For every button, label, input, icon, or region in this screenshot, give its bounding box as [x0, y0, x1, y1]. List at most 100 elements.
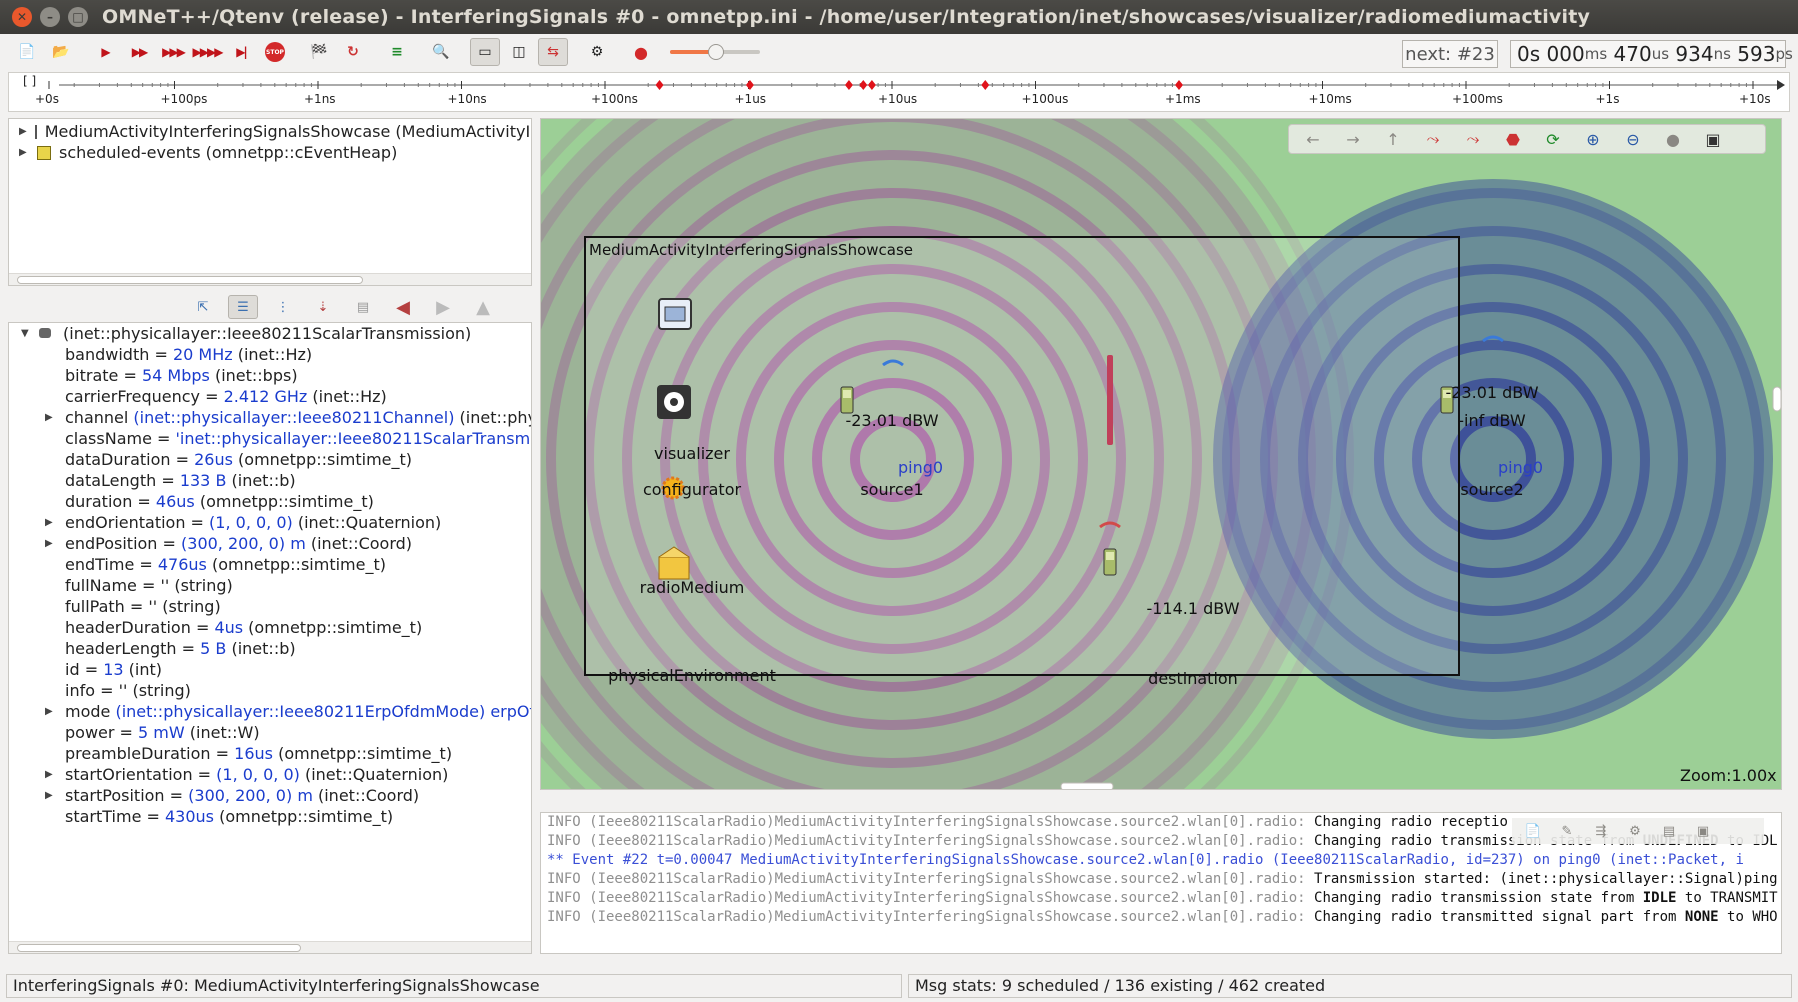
- minimize-window-button[interactable]: –: [40, 7, 60, 27]
- log-settings-icon[interactable]: ⚙: [1622, 820, 1648, 842]
- restart-icon[interactable]: ↻: [338, 38, 368, 66]
- close-window-button[interactable]: ✕: [12, 7, 32, 27]
- messages-mode-icon[interactable]: ▤: [1656, 820, 1682, 842]
- zoom-out-icon[interactable]: ⊖: [1617, 127, 1649, 151]
- up-arrow-icon[interactable]: ▲: [468, 295, 498, 319]
- zoom-in-icon[interactable]: ⊕: [1577, 127, 1609, 151]
- go-to-parent-icon[interactable]: ⇱: [188, 295, 218, 319]
- tree-item-scheduled-events[interactable]: ▶ scheduled-events (omnetpp::cEventHeap): [9, 142, 531, 163]
- express-run-button[interactable]: ▶▶▶▶: [192, 38, 224, 66]
- timeline-toggle-icon[interactable]: ⇆: [538, 38, 568, 66]
- collapse-arrow-icon[interactable]: ▼: [21, 323, 29, 344]
- log-mode-icon[interactable]: ▣: [1690, 820, 1716, 842]
- inheritance-mode-icon[interactable]: ⇣: [308, 295, 338, 319]
- inspector-field-row[interactable]: info = '' (string): [9, 680, 531, 701]
- filter-log-icon[interactable]: ⇶: [1588, 820, 1614, 842]
- canvas-vscroll-thumb[interactable]: [1772, 386, 1781, 412]
- mfast-icon[interactable]: ⤳: [1457, 127, 1489, 151]
- inspector-field-row[interactable]: id = 13 (int): [9, 659, 531, 680]
- log-line[interactable]: INFO (Ieee80211ScalarRadio)MediumActivit…: [541, 889, 1781, 908]
- inspector-field-row[interactable]: startTime = 430us (omnetpp::simtime_t): [9, 806, 531, 827]
- back-arrow-icon[interactable]: ◀: [388, 295, 418, 319]
- expand-arrow-icon[interactable]: ▶: [45, 785, 53, 806]
- find-log-icon[interactable]: ✎: [1554, 820, 1580, 842]
- inspector-field-row[interactable]: fullName = '' (string): [9, 575, 531, 596]
- canvas-menu-icon[interactable]: ▣: [1697, 127, 1729, 151]
- physicalenvironment-icon[interactable]: [658, 556, 690, 580]
- inspector-field-row[interactable]: ▶ mode (inet::physicallayer::Ieee80211Erp…: [9, 701, 531, 722]
- expand-arrow-icon[interactable]: ▶: [45, 533, 53, 554]
- expand-arrow-icon[interactable]: ▶: [45, 512, 53, 533]
- inspector-hscrollbar[interactable]: [9, 941, 531, 953]
- inspector-field-row[interactable]: className = 'inet::physicallayer::Ieee80…: [9, 428, 531, 449]
- expand-arrow-icon[interactable]: ▶: [45, 407, 53, 428]
- relayout-icon[interactable]: ⟳: [1537, 127, 1569, 151]
- stop-button[interactable]: STOP: [260, 38, 290, 66]
- fast-run-button[interactable]: ▶▶▶: [158, 38, 188, 66]
- object-inspector[interactable]: ▼ (inet::physicallayer::Ieee80211ScalarT…: [8, 322, 532, 954]
- inspector-field-row[interactable]: bitrate = 54 Mbps (inet::bps): [9, 365, 531, 386]
- settings-gear-icon[interactable]: ⚙: [582, 38, 612, 66]
- maximize-window-button[interactable]: □: [68, 7, 88, 27]
- mrun-icon[interactable]: ⤳: [1417, 127, 1449, 151]
- canvas-up-icon[interactable]: ↑: [1377, 127, 1409, 151]
- step-button[interactable]: ▶︎: [90, 38, 120, 66]
- find-icon[interactable]: 🔍: [426, 38, 456, 66]
- tree-hscrollbar[interactable]: [9, 273, 531, 285]
- log-event-line[interactable]: ** Event #22 t=0.00047 MediumActivityInt…: [541, 851, 1781, 870]
- field-name: startTime =: [65, 807, 165, 826]
- layout-horizontal-icon[interactable]: ▭: [470, 38, 500, 66]
- log-message: Transmission started: (inet::physicallay…: [1314, 871, 1778, 887]
- inspector-field-row[interactable]: carrierFrequency = 2.412 GHz (inet::Hz): [9, 386, 531, 407]
- inspector-field-row[interactable]: ▶ channel (inet::physicallayer::Ieee80211…: [9, 407, 531, 428]
- inspector-field-row[interactable]: headerDuration = 4us (omnetpp::simtime_t…: [9, 617, 531, 638]
- run-until-button[interactable]: ▶|: [226, 38, 256, 66]
- log-line[interactable]: INFO (Ieee80211ScalarRadio)MediumActivit…: [541, 908, 1781, 927]
- inspector-field-row[interactable]: dataLength = 133 B (inet::b): [9, 470, 531, 491]
- timeline-event-marker: [844, 80, 853, 90]
- log-line[interactable]: INFO (Ieee80211ScalarRadio)MediumActivit…: [541, 870, 1781, 889]
- inspector-field-row[interactable]: preambleDuration = 16us (omnetpp::simtim…: [9, 743, 531, 764]
- timeline-tick-label: +100ps: [161, 92, 208, 106]
- inspector-field-row[interactable]: ▶ startOrientation = (1, 0, 0, 0) (inet::…: [9, 764, 531, 785]
- event-timeline[interactable]: [ ] +0s +100ps +1ns +10ns +100ns +1us +10us +100…: [8, 72, 1790, 112]
- inspector-field-row[interactable]: endTime = 476us (omnetpp::simtime_t): [9, 554, 531, 575]
- source1-packet-label[interactable]: ping0: [898, 458, 943, 477]
- inspector-field-row[interactable]: power = 5 mW (inet::W): [9, 722, 531, 743]
- expand-arrow-icon[interactable]: ▶: [45, 764, 53, 785]
- tree-item-network[interactable]: ▶ MediumActivityInterferingSignalsShowca…: [9, 121, 531, 142]
- record-video-icon[interactable]: ●: [626, 38, 656, 66]
- copy-log-icon[interactable]: 📄: [1520, 820, 1546, 842]
- inspector-field-row[interactable]: ▶ endOrientation = (1, 0, 0, 0) (inet::Qu…: [9, 512, 531, 533]
- open-inspector-icon[interactable]: 📄: [12, 38, 42, 66]
- inspector-field-row[interactable]: ▶ startPosition = (300, 200, 0) m (inet::…: [9, 785, 531, 806]
- object-tree[interactable]: ▶ MediumActivityInterferingSignalsShowca…: [8, 118, 532, 286]
- slider-knob[interactable]: [708, 44, 724, 60]
- inspector-field-row[interactable]: duration = 46us (omnetpp::simtime_t): [9, 491, 531, 512]
- inspector-field-row[interactable]: dataDuration = 26us (omnetpp::simtime_t): [9, 449, 531, 470]
- layout-vertical-icon[interactable]: ◫: [504, 38, 534, 66]
- inspector-field-row[interactable]: headerLength = 5 B (inet::b): [9, 638, 531, 659]
- run-button[interactable]: ▶▶: [124, 38, 154, 66]
- inspector-field-row[interactable]: bandwidth = 20 MHz (inet::Hz): [9, 344, 531, 365]
- canvas-stop-icon[interactable]: ⬣: [1497, 127, 1529, 151]
- canvas-hscroll-thumb[interactable]: [1060, 782, 1114, 790]
- source2-packet-label[interactable]: ping0: [1498, 458, 1543, 477]
- finish-simulation-icon[interactable]: 🏁: [304, 38, 334, 66]
- children-mode-icon[interactable]: ⋮: [268, 295, 298, 319]
- inspector-root-row[interactable]: ▼ (inet::physicallayer::Ieee80211ScalarT…: [9, 323, 531, 344]
- expand-arrow-icon[interactable]: ▶: [19, 121, 27, 142]
- tree-mode-icon[interactable]: ☰: [228, 295, 258, 319]
- expand-arrow-icon[interactable]: ▶: [19, 142, 29, 163]
- inspector-field-row[interactable]: ▶ endPosition = (300, 200, 0) m (inet::Co…: [9, 533, 531, 554]
- animation-toggle-icon[interactable]: ●: [1657, 127, 1689, 151]
- flat-mode-icon[interactable]: ▤: [348, 295, 378, 319]
- animation-speed-slider[interactable]: [666, 38, 762, 66]
- rebuild-network-icon[interactable]: 📂: [46, 38, 76, 66]
- forward-arrow-icon[interactable]: ▶: [428, 295, 458, 319]
- inspector-field-row[interactable]: fullPath = '' (string): [9, 596, 531, 617]
- event-log-rec-icon[interactable]: ≡: [382, 38, 412, 66]
- canvas-forward-icon[interactable]: →: [1337, 127, 1369, 151]
- canvas-back-icon[interactable]: ←: [1297, 127, 1329, 151]
- expand-arrow-icon[interactable]: ▶: [45, 701, 53, 722]
